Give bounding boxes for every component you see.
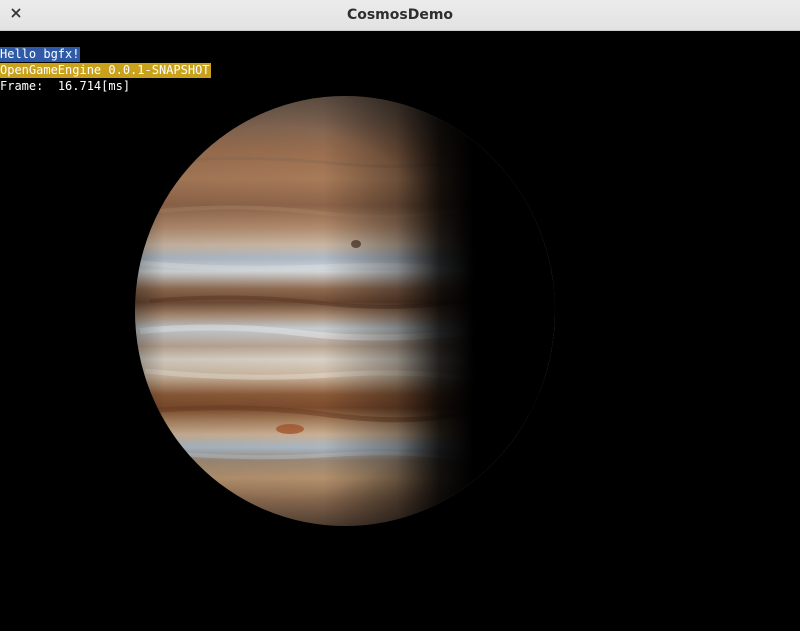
planet-jupiter-image xyxy=(135,96,555,526)
debug-text-hello: Hello bgfx! xyxy=(0,47,81,62)
debug-text-engine-version: OpenGameEngine 0.0.1-SNAPSHOT xyxy=(0,63,211,78)
debug-text-frame-time: Frame: 16.714[ms] xyxy=(0,79,131,94)
title-bar[interactable]: CosmosDemo xyxy=(0,0,800,31)
app-window: CosmosDemo Hello bgfx! OpenGameEngine 0.… xyxy=(0,0,800,631)
window-title: CosmosDemo xyxy=(346,7,454,23)
frame-time-value: 16.714 xyxy=(57,79,102,93)
frame-time-label: Frame: xyxy=(0,79,44,93)
render-viewport[interactable]: Hello bgfx! OpenGameEngine 0.0.1-SNAPSHO… xyxy=(0,31,800,631)
frame-time-unit: [ms] xyxy=(101,79,131,93)
